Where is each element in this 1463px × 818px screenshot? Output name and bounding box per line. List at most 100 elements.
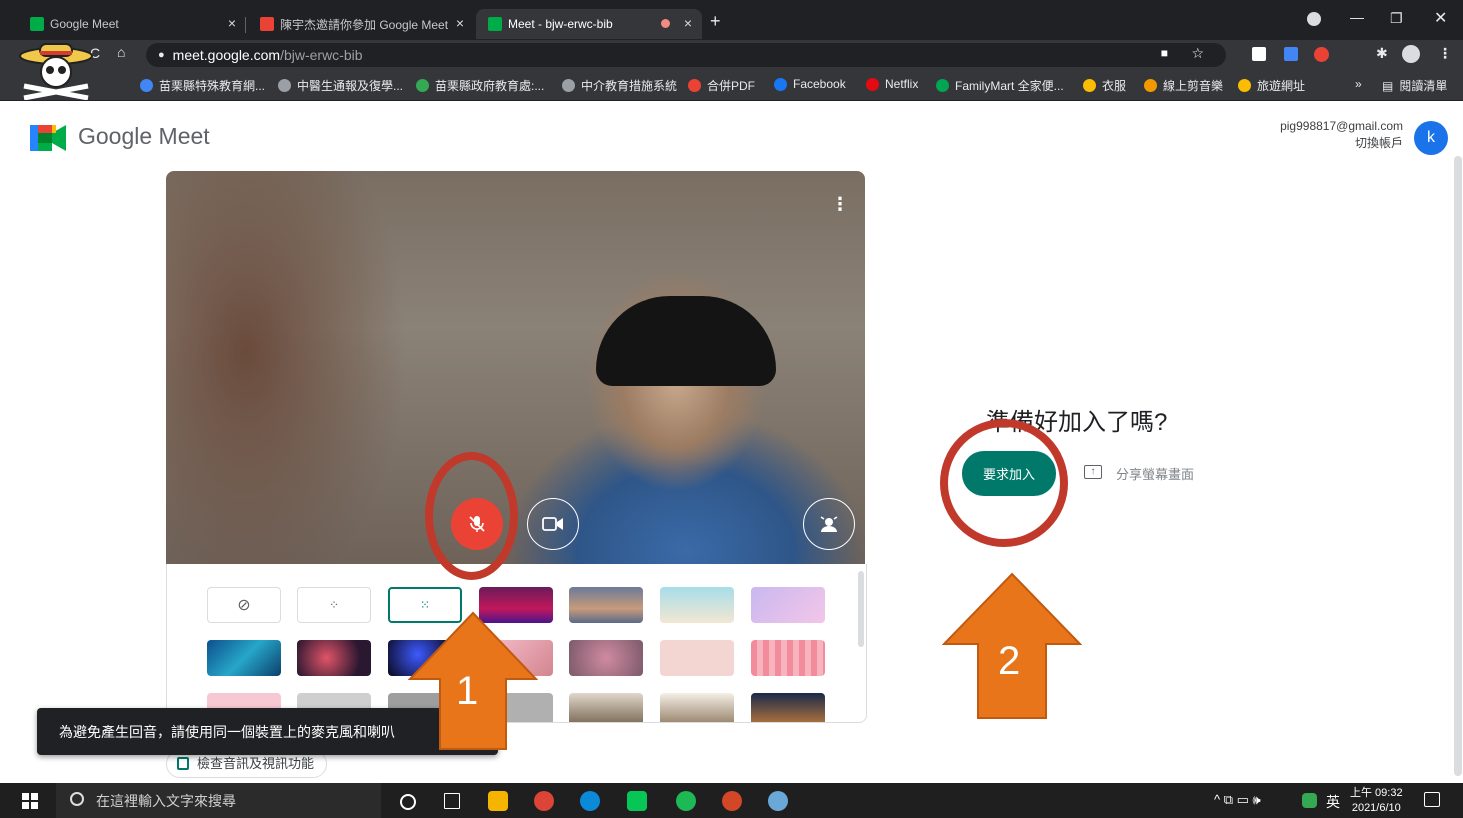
edge-icon[interactable] (580, 791, 600, 811)
windows-start-icon[interactable] (22, 793, 38, 809)
url-field[interactable]: ● meet.google.com/bjw-erwc-bib ■ ☆ (146, 43, 1226, 67)
restore-icon[interactable]: ❐ (1390, 10, 1403, 27)
close-tab-icon[interactable]: × (684, 15, 692, 31)
cortana-icon[interactable] (400, 794, 416, 810)
extension-blue-icon[interactable] (1284, 47, 1298, 61)
tab-meet-room[interactable]: Meet - bjw-erwc-bib × (476, 9, 702, 39)
bookmarks-bar: 苗栗縣特殊教育網... 中醫生通報及復學... 苗栗縣政府教育處:... 中介教育措施… (0, 70, 1463, 101)
background-thumbnail[interactable] (569, 587, 643, 623)
address-bar-row: C ⌂ ● meet.google.com/bjw-erwc-bib ■ ☆ ✱… (0, 40, 1463, 70)
bookmark-item[interactable]: Facebook (774, 77, 846, 91)
meet-favicon-icon (30, 17, 44, 31)
clock-time: 上午 09:32 (1350, 787, 1403, 799)
line-icon[interactable] (627, 791, 647, 811)
extension-facebook-icon[interactable] (1252, 47, 1266, 61)
slight-blur-option[interactable]: ⁘ (297, 587, 371, 623)
pirate-skull-sticker (19, 43, 93, 100)
background-thumbnail[interactable] (569, 693, 643, 722)
powerpoint-icon[interactable] (722, 791, 742, 811)
chrome-icon[interactable] (534, 791, 554, 811)
bookmark-label: 苗栗縣政府教育處:... (435, 79, 545, 93)
input-method-indicator[interactable]: 英 (1326, 792, 1340, 812)
bookmark-favicon-icon (278, 79, 291, 92)
bookmark-label: 中介教育措施系統 (581, 79, 678, 93)
bookmark-item[interactable]: 苗栗縣特殊教育網... (140, 77, 265, 94)
bookmark-label: 旅遊網址 (1257, 79, 1306, 93)
background-thumbnail[interactable] (297, 640, 371, 676)
tab-title: Google Meet (50, 17, 119, 31)
present-screen-button[interactable]: 分享螢幕畫面 (1116, 464, 1194, 483)
bookmark-item[interactable]: 中介教育措施系統 (562, 77, 677, 94)
adblock-icon[interactable] (1314, 47, 1329, 62)
bookmark-item[interactable]: 衣服 (1083, 77, 1126, 94)
bookmark-item[interactable]: 苗栗縣政府教育處:... (416, 77, 544, 94)
bookmark-item[interactable]: 合併PDF (688, 77, 755, 94)
visual-effects-button[interactable] (803, 498, 855, 550)
search-icon (70, 792, 84, 806)
no-background-option[interactable]: ⊘ (207, 587, 281, 623)
tab-google-meet[interactable]: Google Meet × (18, 9, 246, 39)
bookmark-label: Netflix (885, 77, 919, 91)
bookmark-favicon-icon (688, 79, 701, 92)
background-thumbnail[interactable] (751, 640, 825, 676)
spotify-icon[interactable] (676, 791, 696, 811)
bookmark-item[interactable]: FamilyMart 全家便... (936, 77, 1064, 94)
preview-person (596, 296, 776, 386)
tab-search-icon[interactable] (1307, 12, 1321, 26)
background-panel-scrollbar[interactable] (858, 571, 864, 647)
new-tab-button[interactable]: + (710, 11, 721, 32)
camera-in-use-icon[interactable]: ■ (1161, 46, 1168, 60)
notification-center-icon[interactable] (1424, 792, 1440, 807)
present-screen-icon[interactable]: ↑ (1084, 465, 1102, 479)
background-thumbnail[interactable] (569, 640, 643, 676)
close-tab-icon[interactable]: × (228, 15, 236, 31)
bookmark-favicon-icon (866, 77, 879, 91)
snipping-tool-icon[interactable] (768, 791, 788, 811)
minimize-icon[interactable]: — (1350, 9, 1364, 25)
tab-invite-email[interactable]: 陳宇杰邀請你參加 Google Meet × (248, 9, 474, 39)
bookmarks-overflow-button[interactable]: » (1355, 77, 1362, 91)
background-thumbnail[interactable] (660, 640, 734, 676)
account-email: pig998817@gmail.com (1280, 119, 1403, 133)
profile-icon[interactable] (1402, 45, 1420, 63)
bookmark-label: 衣服 (1102, 79, 1127, 93)
bookmark-favicon-icon (1238, 79, 1251, 92)
system-tray-icons[interactable]: ^ ⧉ ▭ 🕪 (1214, 792, 1261, 808)
avatar[interactable]: k (1414, 121, 1448, 155)
bookmark-item[interactable]: 中醫生通報及復學... (278, 77, 403, 94)
background-thumbnail[interactable] (660, 587, 734, 623)
annotation-number-2: 2 (998, 639, 1021, 683)
reading-list-button[interactable]: ▤ 閱讀清單 (1382, 77, 1447, 94)
bookmark-favicon-icon (936, 79, 949, 92)
recording-indicator-icon (661, 19, 670, 28)
bookmark-item[interactable]: Netflix (866, 77, 918, 91)
file-explorer-icon[interactable] (488, 791, 508, 811)
bookmark-label: 中醫生通報及復學... (297, 79, 404, 93)
bookmark-star-icon[interactable]: ☆ (1191, 45, 1204, 62)
task-view-icon[interactable] (444, 793, 460, 809)
clock[interactable]: 上午 09:32 2021/6/10 (1350, 786, 1403, 816)
more-options-icon[interactable]: ⋮ (831, 194, 849, 215)
close-window-icon[interactable]: ✕ (1434, 8, 1447, 28)
url-domain: meet.google.com (172, 47, 281, 63)
extensions-puzzle-icon[interactable]: ✱ (1376, 45, 1388, 62)
gmail-favicon-icon (260, 17, 274, 31)
bookmark-label: 苗栗縣特殊教育網... (159, 79, 266, 93)
close-tab-icon[interactable]: × (456, 15, 464, 31)
bookmark-item[interactable]: 旅遊網址 (1238, 77, 1305, 94)
bookmark-label: 合併PDF (707, 79, 756, 93)
home-icon[interactable]: ⌂ (117, 44, 125, 60)
background-thumbnail[interactable] (207, 640, 281, 676)
blur-icon: ⁙ (419, 598, 431, 612)
menu-kebab-icon[interactable]: ⋮ (1438, 45, 1452, 62)
switch-account-link[interactable]: 切換帳戶 (1355, 134, 1403, 151)
background-thumbnail[interactable] (660, 693, 734, 722)
meet-tray-icon[interactable] (1302, 793, 1317, 808)
taskbar-search-input[interactable]: 在這裡輸入文字來搜尋 (56, 783, 381, 818)
background-thumbnail[interactable] (751, 587, 825, 623)
check-av-icon (177, 757, 189, 770)
page-scrollbar[interactable] (1454, 156, 1462, 776)
camera-toggle-button[interactable] (527, 498, 579, 550)
bookmark-item[interactable]: 線上剪音樂 (1144, 77, 1223, 94)
background-thumbnail[interactable] (751, 693, 825, 722)
